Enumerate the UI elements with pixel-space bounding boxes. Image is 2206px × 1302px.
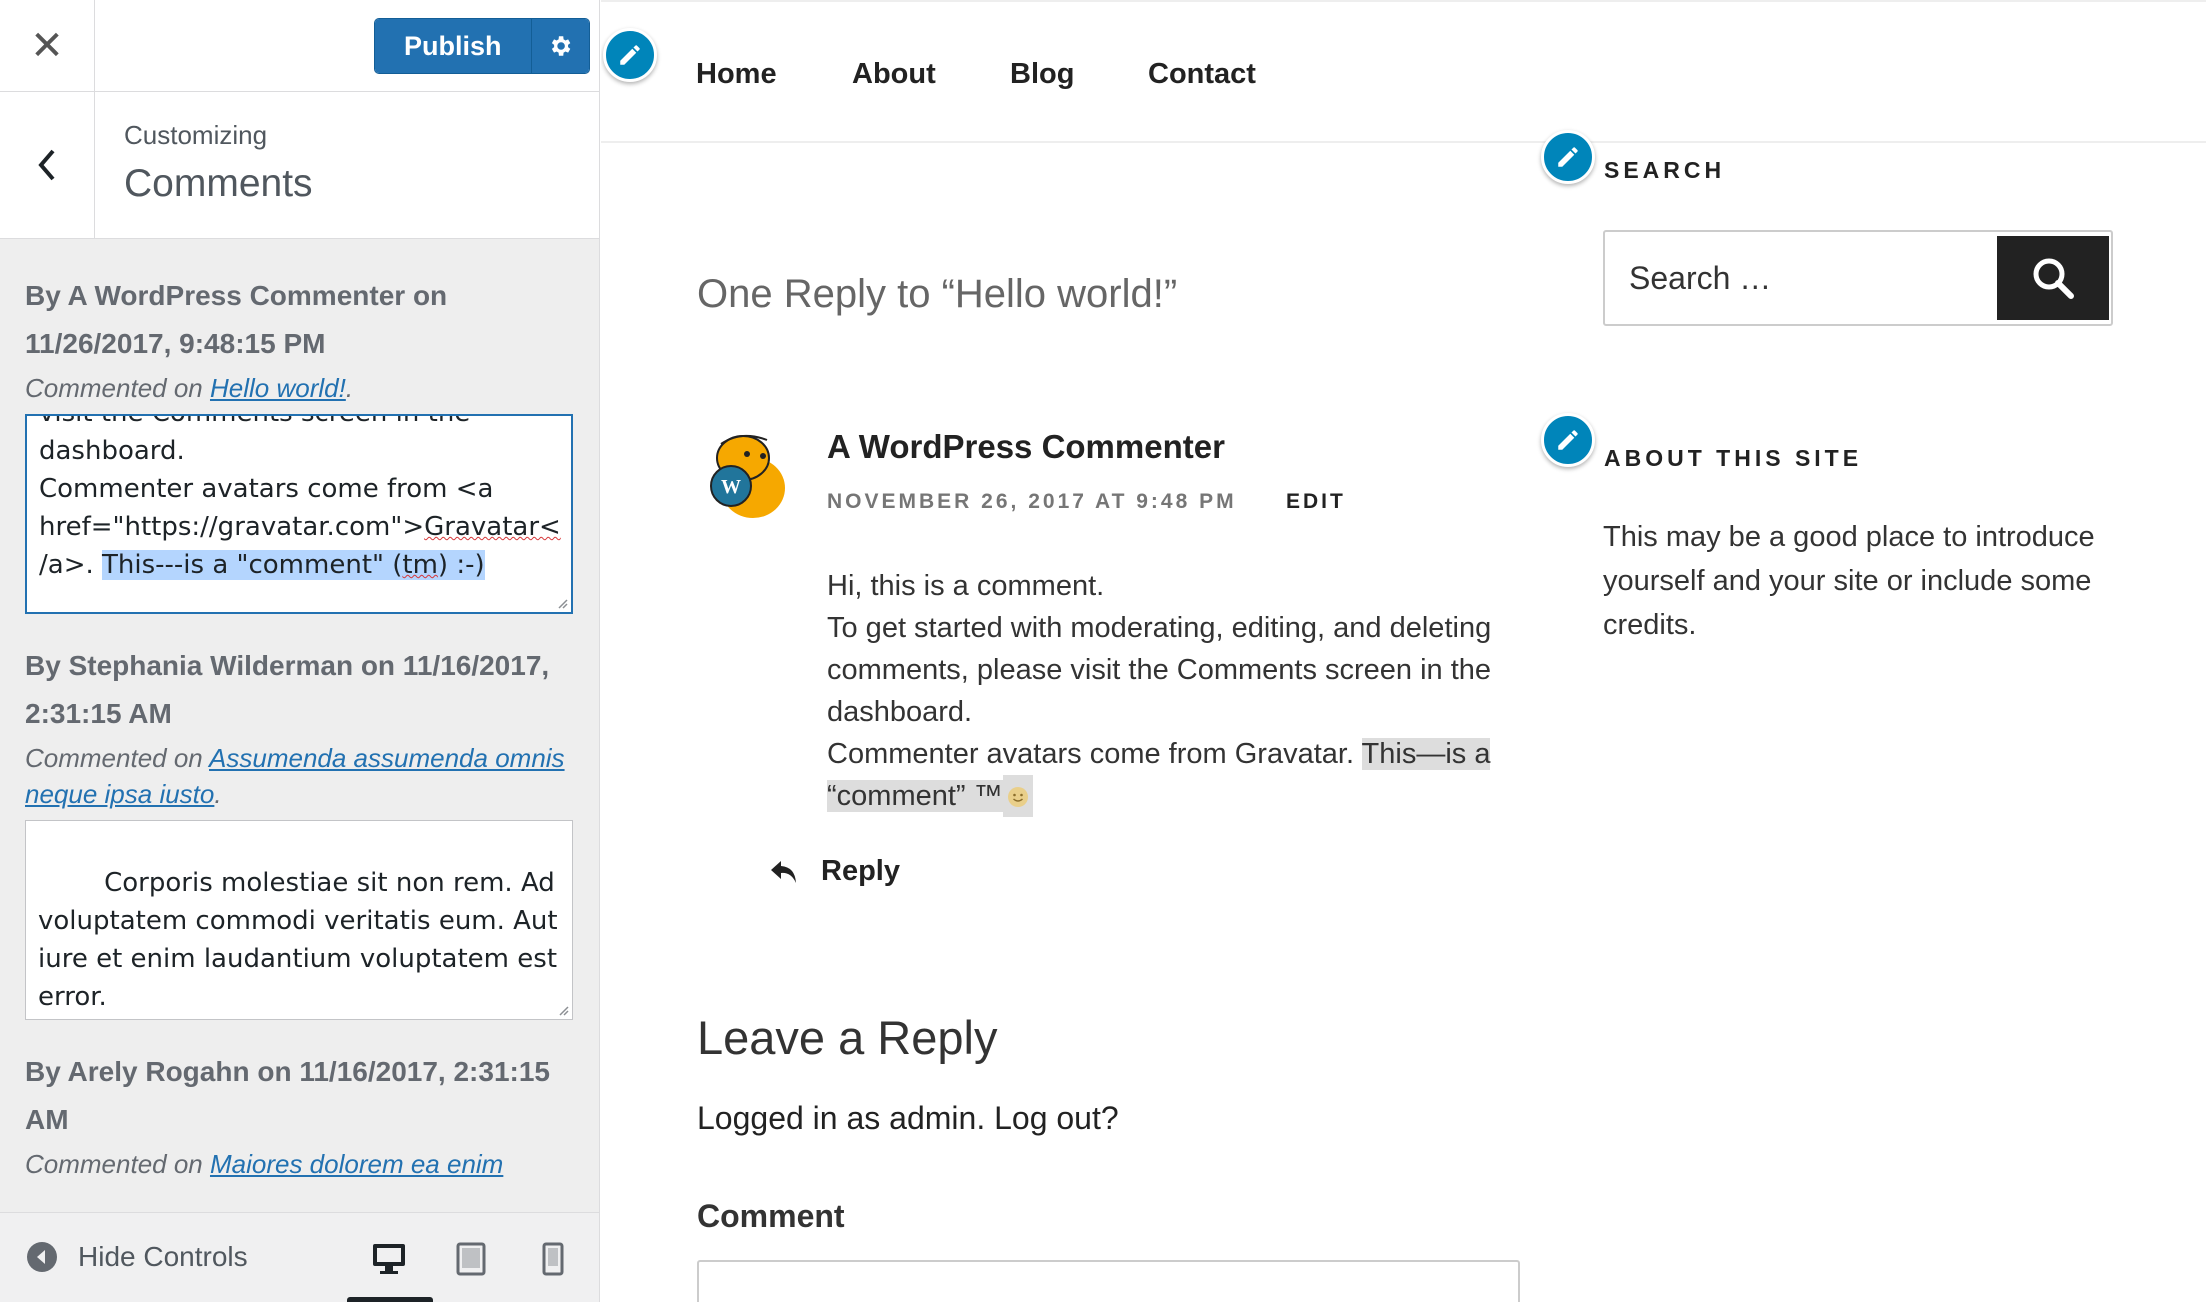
pencil-icon (620, 45, 640, 65)
nav-about[interactable]: About (852, 58, 936, 91)
section-title: Comments (124, 162, 313, 205)
comment-item: By Stephania Wilderman on 11/16/2017, 2:… (25, 642, 575, 1020)
comment-item: By A WordPress Commenter on 11/26/2017, … (25, 240, 575, 614)
pencil-icon (1558, 430, 1578, 450)
comment-body: Hi, this is a comment. To get started wi… (827, 565, 1527, 817)
about-widget-title: ABOUT THIS SITE (1604, 445, 1863, 471)
comment-text-part: /a>. (39, 550, 94, 580)
commented-on-prefix: Commented on (25, 373, 210, 403)
svg-text:W: W (721, 476, 741, 498)
selected-text-misspelled: tm (402, 550, 438, 580)
comment-meta: By Arely Rogahn on 11/16/2017, 2:31:15 A… (25, 1056, 550, 1135)
desktop-icon (373, 1244, 405, 1274)
reply-label: Reply (821, 855, 900, 887)
post-link[interactable]: Maiores dolorem ea enim (210, 1149, 503, 1179)
comment-textarea[interactable]: Corporis molestiae sit non rem. Ad volup… (25, 820, 573, 1020)
publish-button-group: Publish (374, 18, 590, 74)
nav-home[interactable]: Home (696, 58, 777, 91)
search-form: Search … (1603, 230, 2113, 326)
nav-edit-shortcut[interactable] (603, 28, 657, 82)
search-widget-title: SEARCH (1604, 157, 1726, 183)
section-header: Customizing Comments (0, 92, 599, 239)
avatar: W (710, 434, 785, 518)
comment-meta: By Stephania Wilderman on 11/16/2017, 2:… (25, 650, 550, 729)
close-customizer-button[interactable]: ✕ (0, 0, 95, 92)
comment-meta: By A WordPress Commenter on 11/26/2017, … (25, 280, 448, 359)
collapse-arrow-icon (27, 1242, 57, 1272)
comment-text: Corporis molestiae sit non rem. Ad volup… (38, 868, 566, 1012)
customizer-header: ✕ Publish (0, 0, 599, 92)
reply-link[interactable]: Reply (769, 855, 900, 888)
publish-button[interactable]: Publish (375, 19, 531, 73)
resize-handle-icon[interactable] (554, 595, 568, 609)
hide-controls-label: Hide Controls (78, 1241, 248, 1272)
comment-field[interactable] (697, 1260, 1520, 1302)
selected-text: This---is a "comment" ( (102, 550, 403, 580)
about-text: This may be a good place to introduce yo… (1603, 521, 2095, 641)
about-widget-edit-shortcut[interactable] (1541, 413, 1595, 467)
tablet-icon (456, 1242, 486, 1276)
comment-line-prefix: Commenter avatars come from Gravatar. (827, 738, 1362, 770)
selected-text: ) :-) (437, 550, 485, 580)
chevron-left-icon (38, 149, 55, 181)
comment-field-label: Comment (697, 1198, 845, 1234)
search-widget-edit-shortcut[interactable] (1541, 130, 1595, 184)
customizer-sidebar: ✕ Publish Customizing Comments By A Word… (0, 0, 600, 1302)
search-input[interactable]: Search … (1629, 260, 1771, 297)
back-button[interactable] (0, 92, 95, 238)
search-button[interactable] (1997, 236, 2109, 320)
preview-mobile-button[interactable] (531, 1237, 575, 1281)
publish-settings-button[interactable] (530, 19, 589, 73)
nav-contact[interactable]: Contact (1148, 58, 1256, 91)
close-icon: ✕ (30, 24, 64, 68)
comment-edit-link[interactable]: EDIT (1286, 490, 1346, 514)
comment-line: To get started with moderating, editing,… (827, 612, 1492, 728)
active-device-indicator (347, 1297, 433, 1302)
post-link[interactable]: Hello world! (210, 373, 346, 403)
comment-textarea[interactable]: visit the Comments screen in the dashboa… (25, 414, 573, 614)
customizer-footer: Hide Controls (0, 1212, 599, 1302)
commented-on: Commented on Assumenda assumenda omnis n… (25, 743, 565, 809)
commented-on-prefix: Commented on (25, 743, 210, 773)
commented-on: Commented on Hello world!. (25, 373, 354, 403)
logged-in-text: Logged in as admin. Log out? (697, 1100, 1119, 1136)
leave-reply-title: Leave a Reply (697, 1011, 998, 1064)
comment-text-misspelled: Gravatar< (424, 512, 561, 542)
gear-icon (551, 36, 571, 56)
smiley-icon (1002, 775, 1033, 817)
comment-line: Hi, this is a comment. (827, 570, 1105, 602)
site-preview: Home About Blog Contact One Reply to “He… (601, 0, 2206, 1302)
hide-controls-button[interactable]: Hide Controls (26, 1241, 248, 1273)
comment-item: By Arely Rogahn on 11/16/2017, 2:31:15 A… (25, 1048, 575, 1182)
resize-handle-icon[interactable] (555, 1002, 569, 1016)
preview-desktop-button[interactable] (367, 1237, 411, 1281)
pencil-icon (1558, 147, 1578, 167)
comment-line: Commenter avatars come from Gravatar. Th… (827, 733, 1527, 817)
nav-blog[interactable]: Blog (1010, 58, 1074, 91)
comment-date[interactable]: NOVEMBER 26, 2017 AT 9:48 PM (827, 490, 1237, 514)
commented-on: Commented on Maiores dolorem ea enim (25, 1146, 575, 1182)
comments-list: By A WordPress Commenter on 11/26/2017, … (0, 240, 599, 1212)
mobile-icon (542, 1242, 564, 1276)
comment-author[interactable]: A WordPress Commenter (827, 428, 1225, 466)
preview-tablet-button[interactable] (449, 1237, 493, 1281)
search-icon (2033, 258, 2074, 299)
customizing-label: Customizing (124, 120, 268, 150)
top-navigation: Home About Blog Contact (601, 0, 2206, 143)
reply-icon (771, 860, 796, 883)
replies-title: One Reply to “Hello world!” (697, 272, 1178, 316)
commented-on-prefix: Commented on (25, 1149, 210, 1179)
